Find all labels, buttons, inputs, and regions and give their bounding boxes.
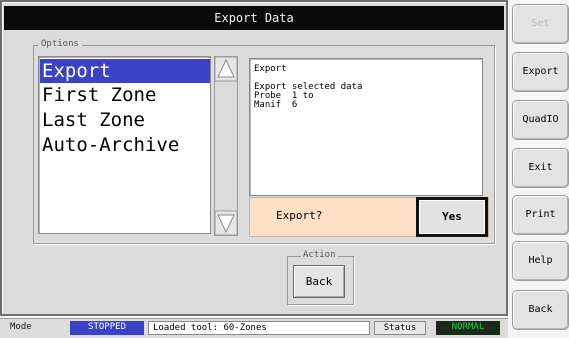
- scrollbar-graphics: [215, 57, 237, 235]
- export-info-text: Export Export selected data Probe 1 to M…: [249, 58, 483, 196]
- options-listbox[interactable]: Export First Zone Last Zone Auto-Archive: [38, 56, 211, 234]
- list-item-first-zone[interactable]: First Zone: [40, 83, 210, 107]
- loaded-tool-field: Loaded tool: 60-Zones: [148, 321, 370, 335]
- yes-button[interactable]: Yes: [416, 197, 488, 237]
- side-print-button[interactable]: Print: [512, 195, 569, 235]
- side-help-button[interactable]: Help: [512, 241, 569, 281]
- side-quadio-button[interactable]: QuadIO: [512, 100, 569, 140]
- side-export-button[interactable]: Export: [512, 52, 569, 92]
- confirm-prompt: Export?: [276, 209, 323, 222]
- list-item-last-zone[interactable]: Last Zone: [40, 108, 210, 132]
- side-back-button[interactable]: Back: [512, 290, 569, 330]
- action-legend: Action: [301, 250, 338, 261]
- options-legend: Options: [38, 39, 82, 50]
- list-item-auto-archive[interactable]: Auto-Archive: [40, 133, 210, 157]
- status-badge: NORMAL: [436, 321, 500, 335]
- dialog-title: Export Data: [4, 6, 504, 30]
- mode-label: Mode: [10, 322, 32, 332]
- scroll-up-arrow-icon[interactable]: [215, 57, 237, 81]
- side-set-button[interactable]: Set: [512, 4, 569, 44]
- status-label: Status: [374, 321, 426, 335]
- list-item-export[interactable]: Export: [40, 59, 210, 83]
- yes-button-label: Yes: [419, 200, 485, 234]
- side-exit-button[interactable]: Exit: [512, 148, 569, 188]
- action-back-button[interactable]: Back: [293, 265, 345, 298]
- list-scrollbar[interactable]: [214, 56, 238, 236]
- scroll-down-arrow-icon[interactable]: [215, 211, 237, 235]
- mode-badge: STOPPED: [70, 321, 144, 335]
